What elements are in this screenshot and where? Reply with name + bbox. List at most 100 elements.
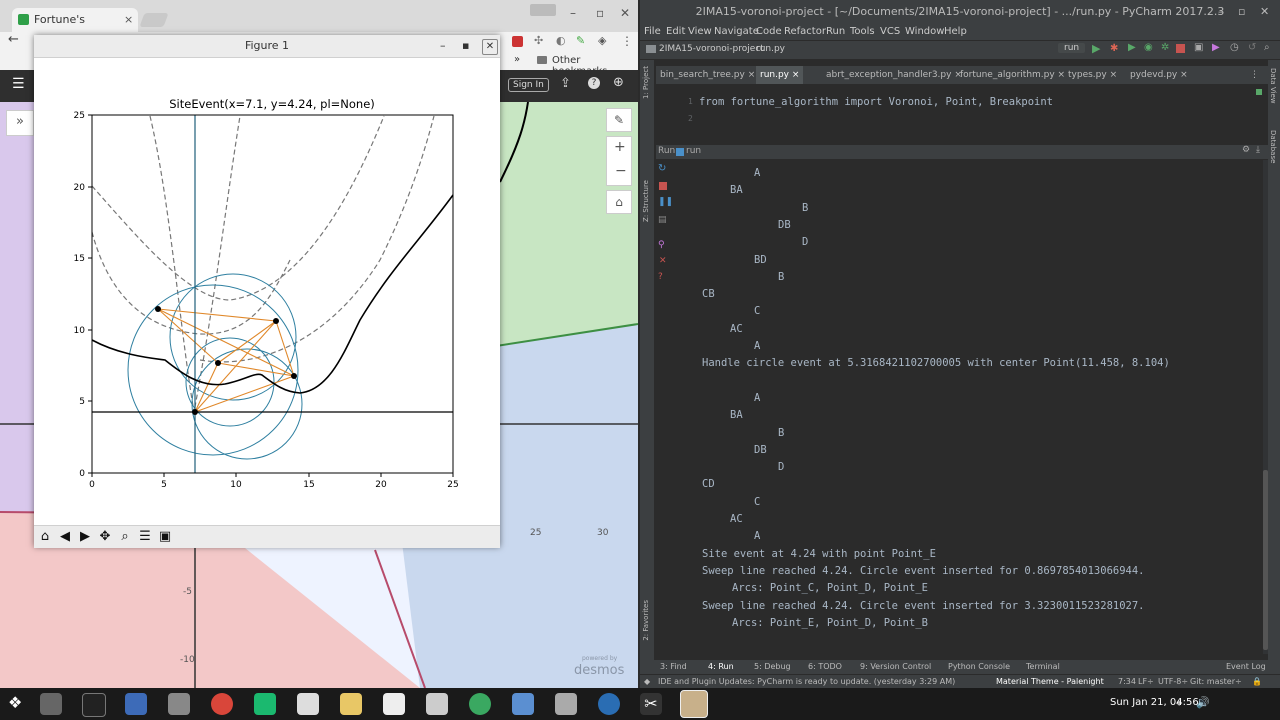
edit-icon[interactable] — [512, 693, 534, 715]
code-editor[interactable]: 1 2 from fortune_algorithm import Vorono… — [656, 85, 1268, 130]
revert-icon[interactable]: ↺ — [1248, 42, 1256, 53]
zoom-out-icon[interactable]: − — [615, 163, 627, 179]
chrome-menu-icon[interactable]: ⋮ — [621, 34, 633, 48]
wrench-icon[interactable]: ✎ — [606, 108, 632, 132]
tab-run-tool[interactable]: 4: Run — [708, 662, 734, 671]
line-separator[interactable]: LF÷ — [1138, 677, 1154, 686]
close-icon[interactable]: ✕ — [659, 256, 667, 266]
database-tool-tab[interactable]: Database — [1269, 130, 1277, 163]
git-branch[interactable]: Git: master÷ — [1190, 677, 1242, 686]
matplotlib-window-icon[interactable] — [680, 690, 708, 718]
tab-python-console[interactable]: Python Console — [948, 662, 1010, 671]
rerun-icon[interactable]: ↻ — [658, 163, 666, 174]
hamburger-menu-icon[interactable]: ☰ — [12, 76, 25, 92]
menu-file[interactable]: File — [644, 24, 661, 40]
menu-vcs[interactable]: VCS — [880, 24, 900, 40]
status-message[interactable]: IDE and Plugin Updates: PyCharm is ready… — [658, 677, 955, 686]
back-arrow-icon[interactable]: ◀ — [56, 528, 74, 546]
back-arrow-icon[interactable]: ← — [8, 32, 19, 47]
help-icon[interactable]: ? — [658, 272, 663, 282]
save-icon[interactable]: ▣ — [156, 528, 174, 546]
run-console[interactable]: A BA B DB D BD B CB C AC A Handle circle event at 5… — [676, 160, 1268, 654]
document-icon[interactable] — [125, 693, 147, 715]
start-menu-icon[interactable]: ❖ — [8, 693, 22, 712]
structure-tool-tab[interactable]: Z: Structure — [642, 180, 650, 222]
extension-icon[interactable]: ◈ — [598, 34, 606, 47]
console-scrollbar[interactable] — [1263, 160, 1268, 654]
mail-icon[interactable] — [340, 693, 362, 715]
forward-arrow-icon[interactable]: ▶ — [76, 528, 94, 546]
new-tab-button[interactable] — [139, 13, 169, 27]
menu-help[interactable]: Help — [944, 24, 967, 40]
maximize-icon[interactable]: ▪ — [462, 35, 469, 57]
search-icon[interactable]: ⌕ — [1264, 42, 1270, 53]
extension-icon[interactable]: ✎ — [576, 34, 585, 47]
archive-icon[interactable] — [168, 693, 190, 715]
tab-debug[interactable]: 5: Debug — [754, 662, 791, 671]
cursor-position[interactable]: 7:34 — [1118, 677, 1136, 686]
text-editor-icon[interactable] — [383, 693, 405, 715]
menu-tools[interactable]: Tools — [850, 24, 875, 40]
pause-icon[interactable]: ❚❚ — [658, 197, 673, 207]
close-icon[interactable]: ✕ — [1260, 0, 1269, 24]
run-tool-name[interactable]: run — [686, 146, 701, 156]
stop-icon[interactable] — [659, 182, 667, 190]
pycharm-icon[interactable] — [254, 693, 276, 715]
menu-run[interactable]: Run — [826, 24, 845, 40]
tools-icon[interactable]: ✂ — [640, 693, 662, 715]
chrome-tab[interactable]: Fortune's Algorithm × — [12, 8, 138, 50]
history-icon[interactable]: ◷ — [1230, 42, 1239, 53]
minimize-icon[interactable]: – — [1218, 0, 1224, 24]
extension-icon[interactable]: ✣ — [534, 34, 543, 47]
tab-version-control[interactable]: 9: Version Control — [860, 662, 931, 671]
scrollbar-thumb[interactable] — [1263, 470, 1268, 650]
menu-refactor[interactable]: Refactor — [784, 24, 826, 40]
close-icon[interactable]: ✕ — [482, 39, 498, 55]
expand-expressions-icon[interactable]: » — [6, 110, 34, 136]
maximize-icon[interactable]: ▫ — [1238, 0, 1245, 24]
zoom-icon[interactable]: ⌕ — [116, 528, 134, 546]
sign-in-button[interactable]: Sign In — [508, 78, 549, 92]
project-tool-tab[interactable]: 1: Project — [642, 66, 650, 99]
calculator-icon[interactable] — [426, 693, 448, 715]
menu-edit[interactable]: Edit — [666, 24, 685, 40]
help-icon[interactable]: ? — [588, 77, 600, 89]
stop-icon[interactable] — [1176, 44, 1185, 53]
debug-icon[interactable]: ✱ — [1110, 43, 1118, 54]
close-icon[interactable]: ✕ — [620, 6, 630, 20]
extension-icon[interactable] — [512, 36, 523, 47]
minimize-icon[interactable]: – — [570, 6, 576, 20]
tabs-overflow-icon[interactable]: ⋮ — [1250, 66, 1259, 84]
subplots-icon[interactable]: ☰ — [136, 528, 154, 546]
layout-icon[interactable]: ▤ — [658, 215, 667, 225]
pan-icon[interactable]: ✥ — [96, 528, 114, 546]
clock[interactable]: Sun Jan 21, 04:56 — [1110, 697, 1199, 708]
tab-bin-search-tree[interactable]: bin_search_tree.py × — [660, 66, 755, 84]
extension-icon[interactable]: ◐ — [556, 34, 566, 47]
profile-icon[interactable]: ◉ — [1144, 42, 1153, 53]
vcs-update-icon[interactable]: ▣ — [1194, 42, 1203, 53]
hide-icon[interactable]: ⤓ — [1256, 145, 1260, 155]
bookmarks-overflow[interactable]: » — [514, 54, 520, 65]
profile-badge[interactable] — [530, 4, 556, 16]
breadcrumb-project[interactable]: 2IMA15-voronoi-project — [659, 44, 764, 54]
menu-view[interactable]: View — [688, 24, 712, 40]
data-view-tool-tab[interactable]: Data View — [1269, 68, 1277, 104]
home-icon[interactable]: ⌂ — [36, 528, 54, 546]
lock-icon[interactable]: 🔒 — [1252, 677, 1262, 686]
theme-name[interactable]: Material Theme - Palenight — [996, 677, 1104, 686]
minimize-icon[interactable]: – — [440, 35, 446, 57]
run-config-select[interactable]: run — [1058, 43, 1086, 53]
window-switcher-icon[interactable] — [40, 693, 62, 715]
globe-icon[interactable]: ⊕ — [613, 75, 624, 90]
event-log-button[interactable]: Event Log — [1226, 662, 1266, 671]
globe-icon[interactable] — [598, 693, 620, 715]
home-icon[interactable]: ⌂ — [606, 190, 632, 214]
network-app-icon[interactable] — [469, 693, 491, 715]
tab-types[interactable]: types.py × — [1068, 66, 1117, 84]
tab-find[interactable]: 3: Find — [660, 662, 687, 671]
menu-window[interactable]: Window — [905, 24, 944, 40]
tab-abrt-exception-handler[interactable]: abrt_exception_handler3.py × — [826, 66, 962, 84]
tab-terminal[interactable]: Terminal — [1026, 662, 1060, 671]
share-icon[interactable]: ⇪ — [560, 76, 571, 91]
